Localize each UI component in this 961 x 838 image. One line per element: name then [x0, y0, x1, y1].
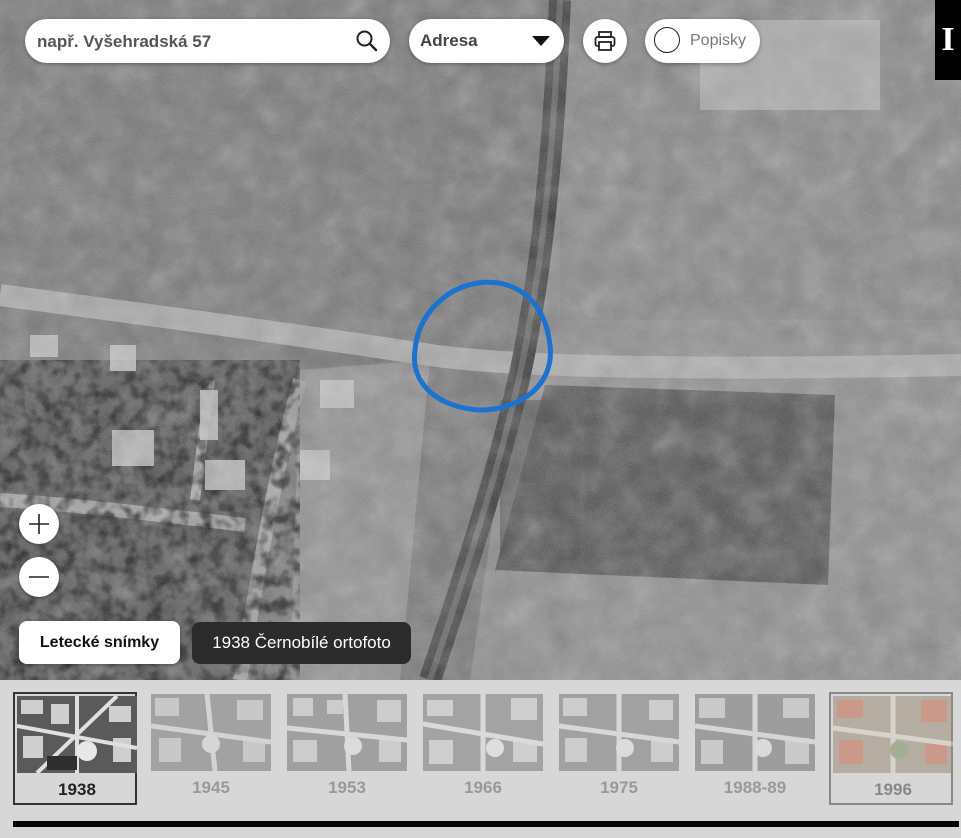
- search-input[interactable]: [35, 19, 349, 65]
- timeline-year: 1938: [58, 780, 96, 799]
- address-search-box[interactable]: [25, 19, 390, 65]
- search-type-selected: Adresa: [420, 31, 478, 50]
- search-icon[interactable]: [354, 28, 380, 54]
- thumbnail-image: [695, 694, 815, 771]
- timeline-thumb-1945[interactable]: 1945: [149, 692, 273, 805]
- map-canvas[interactable]: [0, 0, 961, 680]
- labels-toggle[interactable]: Popisky: [645, 19, 760, 63]
- printer-icon: [594, 31, 616, 51]
- timeline-thumb-1975[interactable]: 1975: [557, 692, 681, 805]
- thumbnail-image: [17, 696, 137, 773]
- thumbnail-image: [559, 694, 679, 771]
- chevron-down-icon: [532, 36, 550, 46]
- zoom-out-button[interactable]: [19, 557, 59, 597]
- aerial-map[interactable]: [0, 0, 961, 680]
- timeline-thumb-1953[interactable]: 1953: [285, 692, 409, 805]
- print-button[interactable]: [583, 19, 627, 63]
- plus-icon: [29, 514, 49, 534]
- timeline-thumb-1966[interactable]: 1966: [421, 692, 545, 805]
- timeline-year: 1975: [600, 778, 638, 797]
- thumbnail-image: [423, 694, 543, 771]
- aerial-photos-button[interactable]: Letecké snímky: [19, 621, 180, 664]
- timeline-scrollbar[interactable]: [13, 821, 959, 827]
- timeline-thumb-1938[interactable]: 1938: [13, 692, 137, 805]
- labels-radio[interactable]: [654, 27, 680, 53]
- labels-toggle-label: Popisky: [690, 32, 747, 49]
- timeline-year: 1996: [874, 780, 912, 799]
- timeline-year: 1988-89: [723, 778, 787, 797]
- thumbnail-image: [151, 694, 271, 771]
- minus-icon: [29, 576, 49, 578]
- timeline-year: 1953: [328, 778, 366, 797]
- timeline-year: 1945: [192, 778, 230, 797]
- thumbnail-image: [833, 696, 953, 773]
- info-button[interactable]: I: [935, 0, 961, 80]
- timeline-year: 1966: [464, 778, 502, 797]
- current-layer-label: 1938 Černobílé ortofoto: [192, 622, 411, 664]
- timeline-thumb-1988-89[interactable]: 1988-89: [693, 692, 817, 805]
- zoom-in-button[interactable]: [19, 504, 59, 544]
- search-type-dropdown[interactable]: Adresa: [409, 19, 564, 63]
- timeline-thumb-1996[interactable]: 1996: [829, 692, 953, 805]
- timeline-strip: 1938 1945 1953 1966 1975 1988-89 1996: [0, 680, 961, 838]
- thumbnail-image: [287, 694, 407, 771]
